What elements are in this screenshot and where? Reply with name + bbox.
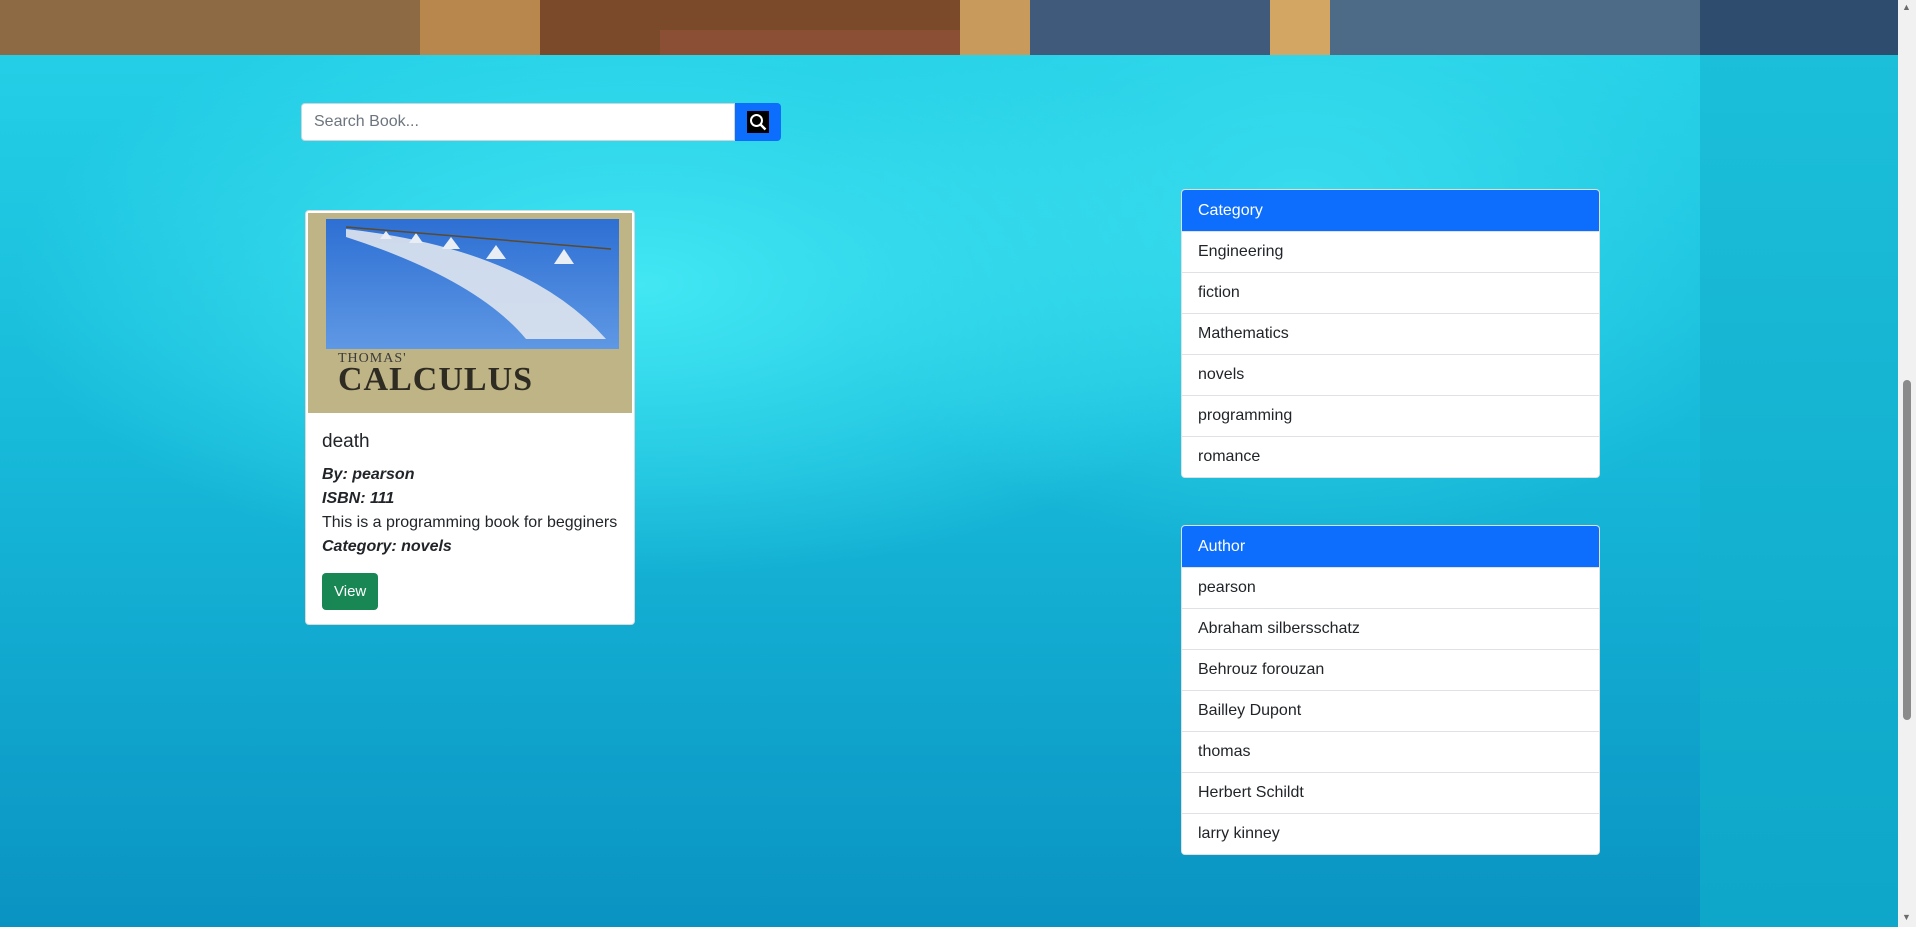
cover-title: CALCULUS (338, 361, 534, 398)
category-item[interactable]: Engineering (1182, 231, 1599, 272)
author-item[interactable]: Abraham silbersschatz (1182, 608, 1599, 649)
search-input[interactable] (301, 103, 735, 141)
book-isbn: ISBN: 111 (322, 490, 395, 507)
page-scrollbar[interactable]: ▲ ▼ (1898, 0, 1916, 927)
author-item[interactable]: Behrouz forouzan (1182, 649, 1599, 690)
author-item[interactable]: larry kinney (1182, 813, 1599, 854)
author-item[interactable]: Bailley Dupont (1182, 690, 1599, 731)
author-panel: Author pearson Abraham silbersschatz Beh… (1181, 525, 1600, 855)
library-banner-image (0, 0, 1898, 55)
category-item[interactable]: programming (1182, 395, 1599, 436)
bookshelf-graphic (0, 0, 1898, 55)
book-category: Category: novels (322, 538, 452, 555)
author-heading: Author (1182, 526, 1599, 567)
search-bar (301, 103, 781, 141)
search-button[interactable] (735, 103, 781, 141)
category-heading: Category (1182, 190, 1599, 231)
scroll-down-icon[interactable]: ▼ (1902, 912, 1911, 922)
view-button[interactable]: View (322, 573, 379, 610)
book-title: death (322, 431, 370, 452)
page-background (0, 55, 1898, 927)
book-description: This is a programming book for begginers (322, 514, 618, 531)
book-card: THOMAS' CALCULUS death By: pearson ISBN:… (305, 210, 635, 625)
category-item[interactable]: Mathematics (1182, 313, 1599, 354)
search-icon (747, 111, 769, 133)
author-item[interactable]: pearson (1182, 567, 1599, 608)
author-item[interactable]: thomas (1182, 731, 1599, 772)
book-cover-image: THOMAS' CALCULUS (308, 213, 632, 413)
scroll-up-icon[interactable]: ▲ (1902, 2, 1911, 12)
category-panel: Category Engineering fiction Mathematics… (1181, 189, 1600, 478)
author-item[interactable]: Herbert Schildt (1182, 772, 1599, 813)
book-author: By: pearson (322, 466, 415, 483)
category-item[interactable]: romance (1182, 436, 1599, 477)
category-item[interactable]: novels (1182, 354, 1599, 395)
category-item[interactable]: fiction (1182, 272, 1599, 313)
background-strip (1700, 55, 1898, 927)
scrollbar-thumb[interactable] (1903, 380, 1911, 720)
